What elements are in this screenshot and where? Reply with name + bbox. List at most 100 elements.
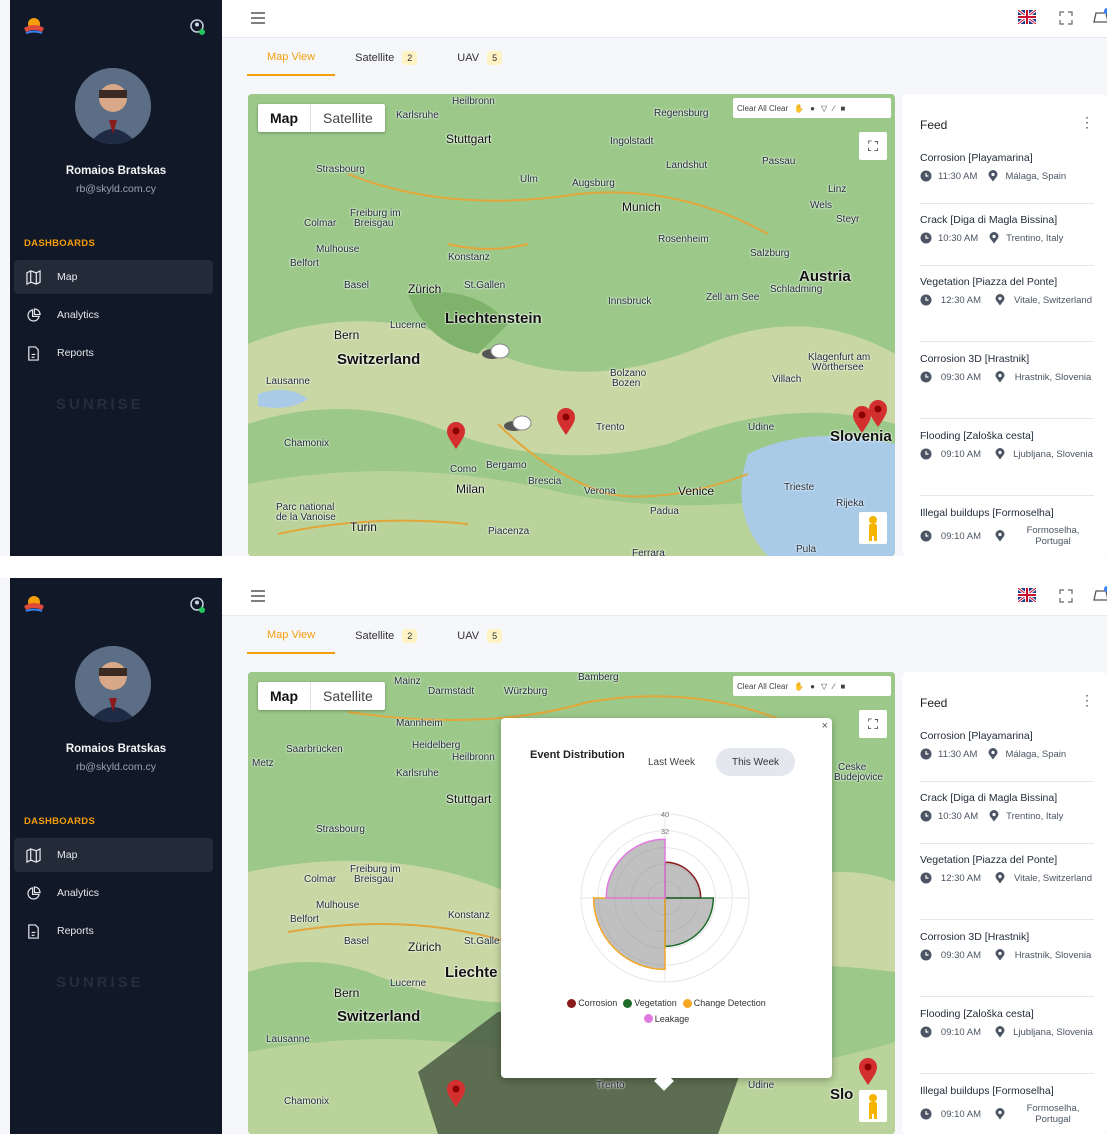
notification-icon[interactable]	[1092, 8, 1107, 26]
filter-this-week[interactable]: This Week	[716, 748, 796, 776]
feed-item[interactable]: Corrosion 3D [Hrastnik] 09:30 AM Hrastnik…	[920, 931, 1094, 997]
map-type-map-button[interactable]: Map	[258, 682, 311, 710]
polar-sector-change-detection[interactable]	[592, 897, 666, 971]
tab-map-view[interactable]: Map View	[247, 618, 336, 654]
rectangle-tool-icon[interactable]: ■	[840, 104, 845, 113]
menu-icon[interactable]	[250, 11, 266, 25]
tab-uav[interactable]: UAV 5	[437, 40, 522, 76]
map-type-control: Map Satellite	[258, 104, 385, 132]
event-marker-pin-icon[interactable]	[446, 1080, 466, 1108]
fullscreen-icon[interactable]	[1058, 10, 1074, 26]
feed-item[interactable]: Vegetation [Piazza del Ponte] 12:30 AM Vi…	[920, 276, 1094, 342]
event-marker-pin-icon[interactable]	[446, 422, 466, 450]
feed-item[interactable]: Flooding [Zaloška cesta] 09:10 AM Ljublja…	[920, 1008, 1094, 1074]
feed-item[interactable]: Corrosion [Playamarina] 11:30 AM Málaga, …	[920, 152, 1094, 204]
feed-item-location: Ljubljana, Slovenia	[1013, 1026, 1093, 1038]
pegman-icon[interactable]	[859, 512, 887, 544]
rectangle-tool-icon[interactable]: ■	[840, 682, 845, 691]
feed-item[interactable]: Crack [Diga di Magla Bissina] 10:30 AM Tr…	[920, 214, 1094, 266]
line-tool-icon[interactable]: ∕	[833, 682, 834, 691]
legend-label: Leakage	[654, 1013, 690, 1024]
avatar[interactable]	[75, 646, 151, 722]
polar-sector-corrosion[interactable]	[664, 861, 702, 899]
feed-item[interactable]: Illegal buildups [Formoselha] 09:10 AM Fo…	[920, 507, 1094, 556]
event-marker-pin-icon[interactable]	[858, 1058, 878, 1086]
map-type-map-button[interactable]: Map	[258, 104, 311, 132]
weather-cloud-icon[interactable]	[502, 414, 536, 432]
clock-icon	[920, 748, 932, 760]
clear-all-button[interactable]: Clear All Clear	[737, 104, 788, 113]
feed-item[interactable]: Flooding [Zaloška cesta] 09:10 AM Ljublja…	[920, 430, 1094, 496]
menu-icon[interactable]	[250, 589, 266, 603]
feed-item[interactable]: Crack [Diga di Magla Bissina] 10:30 AM Tr…	[920, 792, 1094, 844]
legend-swatch	[623, 998, 633, 1008]
event-marker-pin-icon[interactable]	[556, 408, 576, 436]
circle-tool-icon[interactable]: ●	[810, 104, 815, 113]
clock-icon	[920, 232, 932, 244]
sidebar-item-map[interactable]: Map	[14, 838, 213, 872]
location-pin-icon	[995, 1108, 1005, 1120]
map-type-satellite-button[interactable]: Satellite	[311, 682, 385, 710]
sidebar-item-analytics[interactable]: Analytics	[14, 876, 213, 910]
drawing-toolbar: Clear All Clear ✋ ● ▽ ∕ ■	[733, 676, 891, 696]
location-pin-icon	[995, 448, 1005, 460]
analytics-icon	[27, 885, 41, 900]
feed-item-time: 09:10 AM	[940, 1108, 982, 1120]
sidebar-item-reports[interactable]: Reports	[14, 336, 213, 370]
uk-flag-icon[interactable]	[1018, 588, 1036, 602]
feed-item[interactable]: Illegal buildups [Formoselha] 09:10 AM Fo…	[920, 1085, 1094, 1134]
legend-item[interactable]: Leakage	[643, 1012, 690, 1026]
logo-icon[interactable]	[22, 592, 46, 614]
feed-item-time: 09:10 AM	[940, 530, 982, 542]
feed-item-title: Vegetation [Piazza del Ponte]	[920, 276, 1058, 288]
uk-flag-icon[interactable]	[1018, 10, 1036, 24]
tab-map-view[interactable]: Map View	[247, 40, 336, 76]
legend-item[interactable]: Change Detection	[682, 996, 766, 1010]
filter-last-week[interactable]: Last Week	[632, 748, 711, 776]
circle-tool-icon[interactable]: ●	[810, 682, 815, 691]
avatar[interactable]	[75, 68, 151, 144]
analytics-icon	[27, 307, 41, 322]
watermark-logo: SUNRISE	[56, 396, 144, 413]
weather-cloud-icon[interactable]	[480, 342, 514, 360]
event-marker-pin-icon[interactable]	[868, 400, 888, 428]
map-fullscreen-icon[interactable]: ⛶	[859, 710, 887, 738]
notification-icon[interactable]	[1092, 586, 1107, 604]
polar-sector-leakage[interactable]	[605, 838, 666, 899]
user-status-icon[interactable]	[188, 18, 206, 36]
fullscreen-icon[interactable]	[1058, 588, 1074, 604]
feed-item[interactable]: Corrosion [Playamarina] 11:30 AM Málaga, …	[920, 730, 1094, 782]
line-tool-icon[interactable]: ∕	[833, 104, 834, 113]
logo-icon[interactable]	[22, 14, 46, 36]
sidebar-item-label: Map	[57, 849, 78, 861]
hand-icon[interactable]: ✋	[794, 682, 804, 691]
close-icon[interactable]: ×	[822, 720, 828, 732]
tab-satellite[interactable]: Satellite 2	[335, 618, 437, 654]
tab-satellite[interactable]: Satellite 2	[335, 40, 437, 76]
polygon-tool-icon[interactable]: ▽	[821, 682, 827, 691]
more-options-icon[interactable]: ⋮	[1080, 114, 1094, 131]
feed-item-title: Illegal buildups [Formoselha]	[920, 507, 1054, 519]
user-status-icon[interactable]	[188, 596, 206, 614]
map-type-satellite-button[interactable]: Satellite	[311, 104, 385, 132]
more-options-icon[interactable]: ⋮	[1080, 692, 1094, 709]
feed-item[interactable]: Corrosion 3D [Hrastnik] 09:30 AM Hrastnik…	[920, 353, 1094, 419]
map-canvas[interactable]: Heilbronn Regensburg Karlsruhe Stuttgart…	[248, 94, 895, 556]
polar-sector-vegetation[interactable]	[664, 897, 715, 948]
tab-uav[interactable]: UAV 5	[437, 618, 522, 654]
sidebar-item-reports[interactable]: Reports	[14, 914, 213, 948]
radial-tick-label: 40	[661, 810, 669, 819]
legend-item[interactable]: Vegetation	[623, 996, 677, 1010]
clock-icon	[920, 371, 932, 383]
sidebar-item-analytics[interactable]: Analytics	[14, 298, 213, 332]
location-pin-icon	[995, 1026, 1005, 1038]
feed-item[interactable]: Vegetation [Piazza del Ponte] 12:30 AM Vi…	[920, 854, 1094, 920]
map-fullscreen-icon[interactable]: ⛶	[859, 132, 887, 160]
pegman-icon[interactable]	[859, 1090, 887, 1122]
sidebar-item-map[interactable]: Map	[14, 260, 213, 294]
legend-item[interactable]: Corrosion	[567, 996, 617, 1010]
hand-icon[interactable]: ✋	[794, 104, 804, 113]
reports-icon	[28, 923, 39, 939]
clear-all-button[interactable]: Clear All Clear	[737, 682, 788, 691]
polygon-tool-icon[interactable]: ▽	[821, 104, 827, 113]
